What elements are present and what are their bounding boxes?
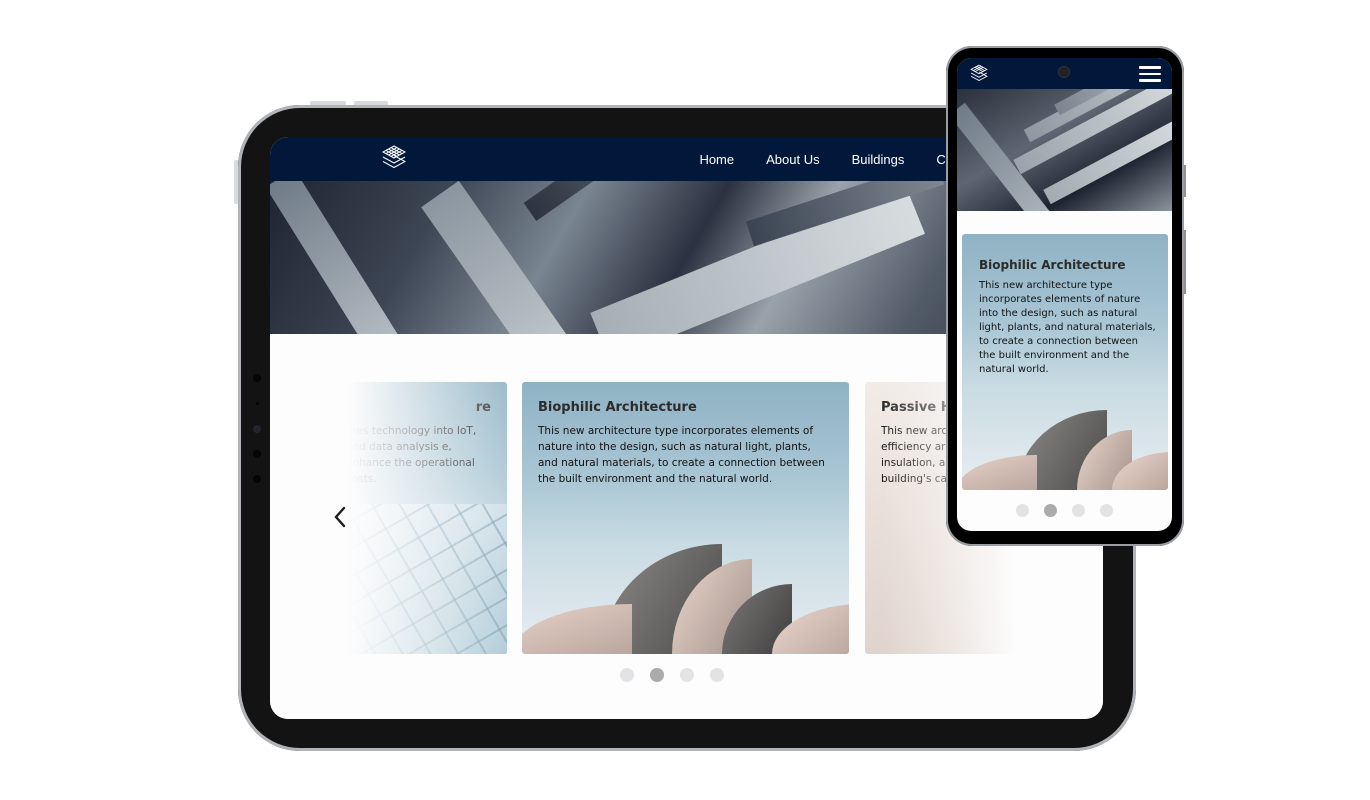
mobile-carousel-card[interactable]: Biophilic Architecture This new architec…	[962, 234, 1168, 490]
card-body: This new architecture type incorporates …	[538, 425, 825, 485]
pagination-dot[interactable]	[619, 668, 634, 682]
card-body: This new architecture type incorporates …	[979, 280, 1156, 375]
mobile-hero-image	[957, 89, 1172, 211]
mobile-navbar	[957, 58, 1172, 89]
layers-icon[interactable]	[380, 143, 408, 171]
pagination-dot[interactable]	[1072, 504, 1085, 517]
mobile-carousel-pagination	[957, 504, 1172, 517]
pagination-dot[interactable]	[1016, 504, 1029, 517]
phone-screen: Biophilic Architecture This new architec…	[957, 58, 1172, 531]
card-title: Biophilic Architecture	[538, 400, 697, 415]
card-title: Biophilic Architecture	[979, 258, 1126, 272]
carousel-card-active[interactable]: Biophilic Architecture This new architec…	[522, 382, 849, 654]
nav-about-us[interactable]: About Us	[766, 152, 819, 167]
carousel-fade-left	[270, 334, 530, 719]
chevron-left-icon[interactable]	[330, 502, 350, 532]
pagination-dot[interactable]	[1100, 504, 1113, 517]
nav-buildings[interactable]: Buildings	[852, 152, 905, 167]
nav-home[interactable]: Home	[699, 152, 734, 167]
opera-house-image	[522, 514, 849, 654]
pagination-dot[interactable]	[679, 668, 694, 682]
carousel-pagination	[270, 668, 1103, 682]
pagination-dot-active[interactable]	[1044, 504, 1057, 517]
pagination-dot[interactable]	[709, 668, 724, 682]
front-camera	[1059, 67, 1069, 77]
nav-menu: Home About Us Buildings Co	[699, 137, 953, 181]
pagination-dot-active[interactable]	[649, 668, 664, 682]
layers-icon[interactable]	[969, 63, 989, 83]
opera-house-image	[962, 400, 1168, 490]
hamburger-menu-icon[interactable]	[1139, 66, 1161, 82]
phone-device: Biophilic Architecture This new architec…	[946, 46, 1184, 546]
